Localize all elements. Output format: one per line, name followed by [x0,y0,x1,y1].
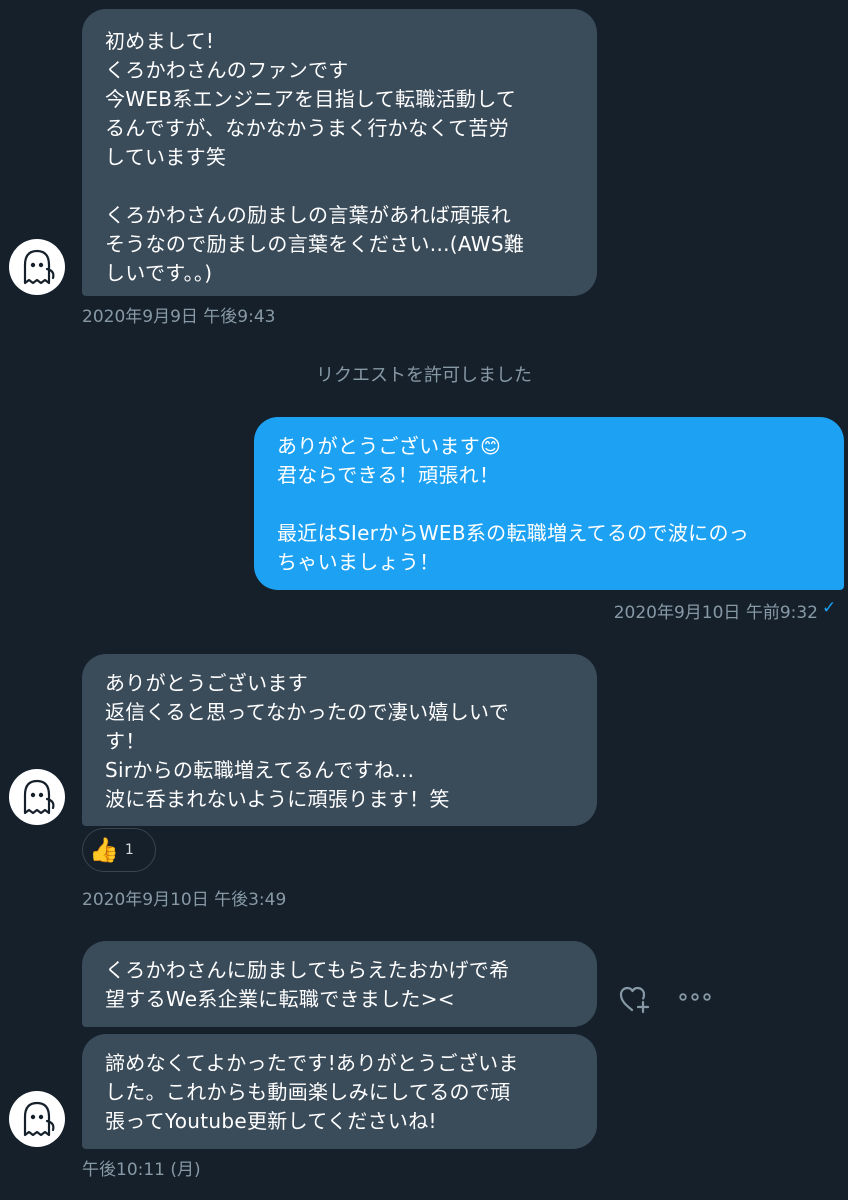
reaction-count: 1 [124,842,134,858]
avatar[interactable] [8,238,66,296]
request-accepted-notice: リクエストを許可しました [316,365,532,386]
message-timestamp: 2020年9月10日 午前9:32 [613,603,818,623]
message-timestamp: 午後10:11 (月) [82,1160,201,1180]
message-bubble-received[interactable]: ありがとうございます 返信くると思ってなかったので凄い嬉しいで す！ Sirから… [82,654,597,826]
thumbs-up-icon: 👍 [89,836,119,864]
message-timestamp: 2020年9月10日 午後3:49 [82,890,287,910]
heart-plus-icon[interactable] [617,981,653,1017]
message-bubble-received[interactable]: 諦めなくてよかったです!ありがとうございま した。これからも動画楽しみにしてるの… [82,1034,597,1149]
avatar[interactable] [8,768,66,826]
message-bubble-sent[interactable]: ありがとうございます😊 君ならできる！頑張れ！ 最近はSIerからWEB系の転職… [254,417,844,590]
read-check-icon: ✓ [822,598,837,618]
avatar[interactable] [8,1090,66,1148]
message-bubble-received[interactable]: 初めまして! くろかわさんのファンです 今WEB系エンジニアを目指して転職活動し… [82,9,597,296]
message-timestamp: 2020年9月9日 午後9:43 [82,307,276,327]
more-icon[interactable] [677,991,713,1003]
reaction-badge[interactable]: 👍 1 [82,828,156,872]
message-bubble-received[interactable]: くろかわさんに励ましてもらえたおかげで希 望するWe系企業に転職できました>< [82,941,597,1027]
